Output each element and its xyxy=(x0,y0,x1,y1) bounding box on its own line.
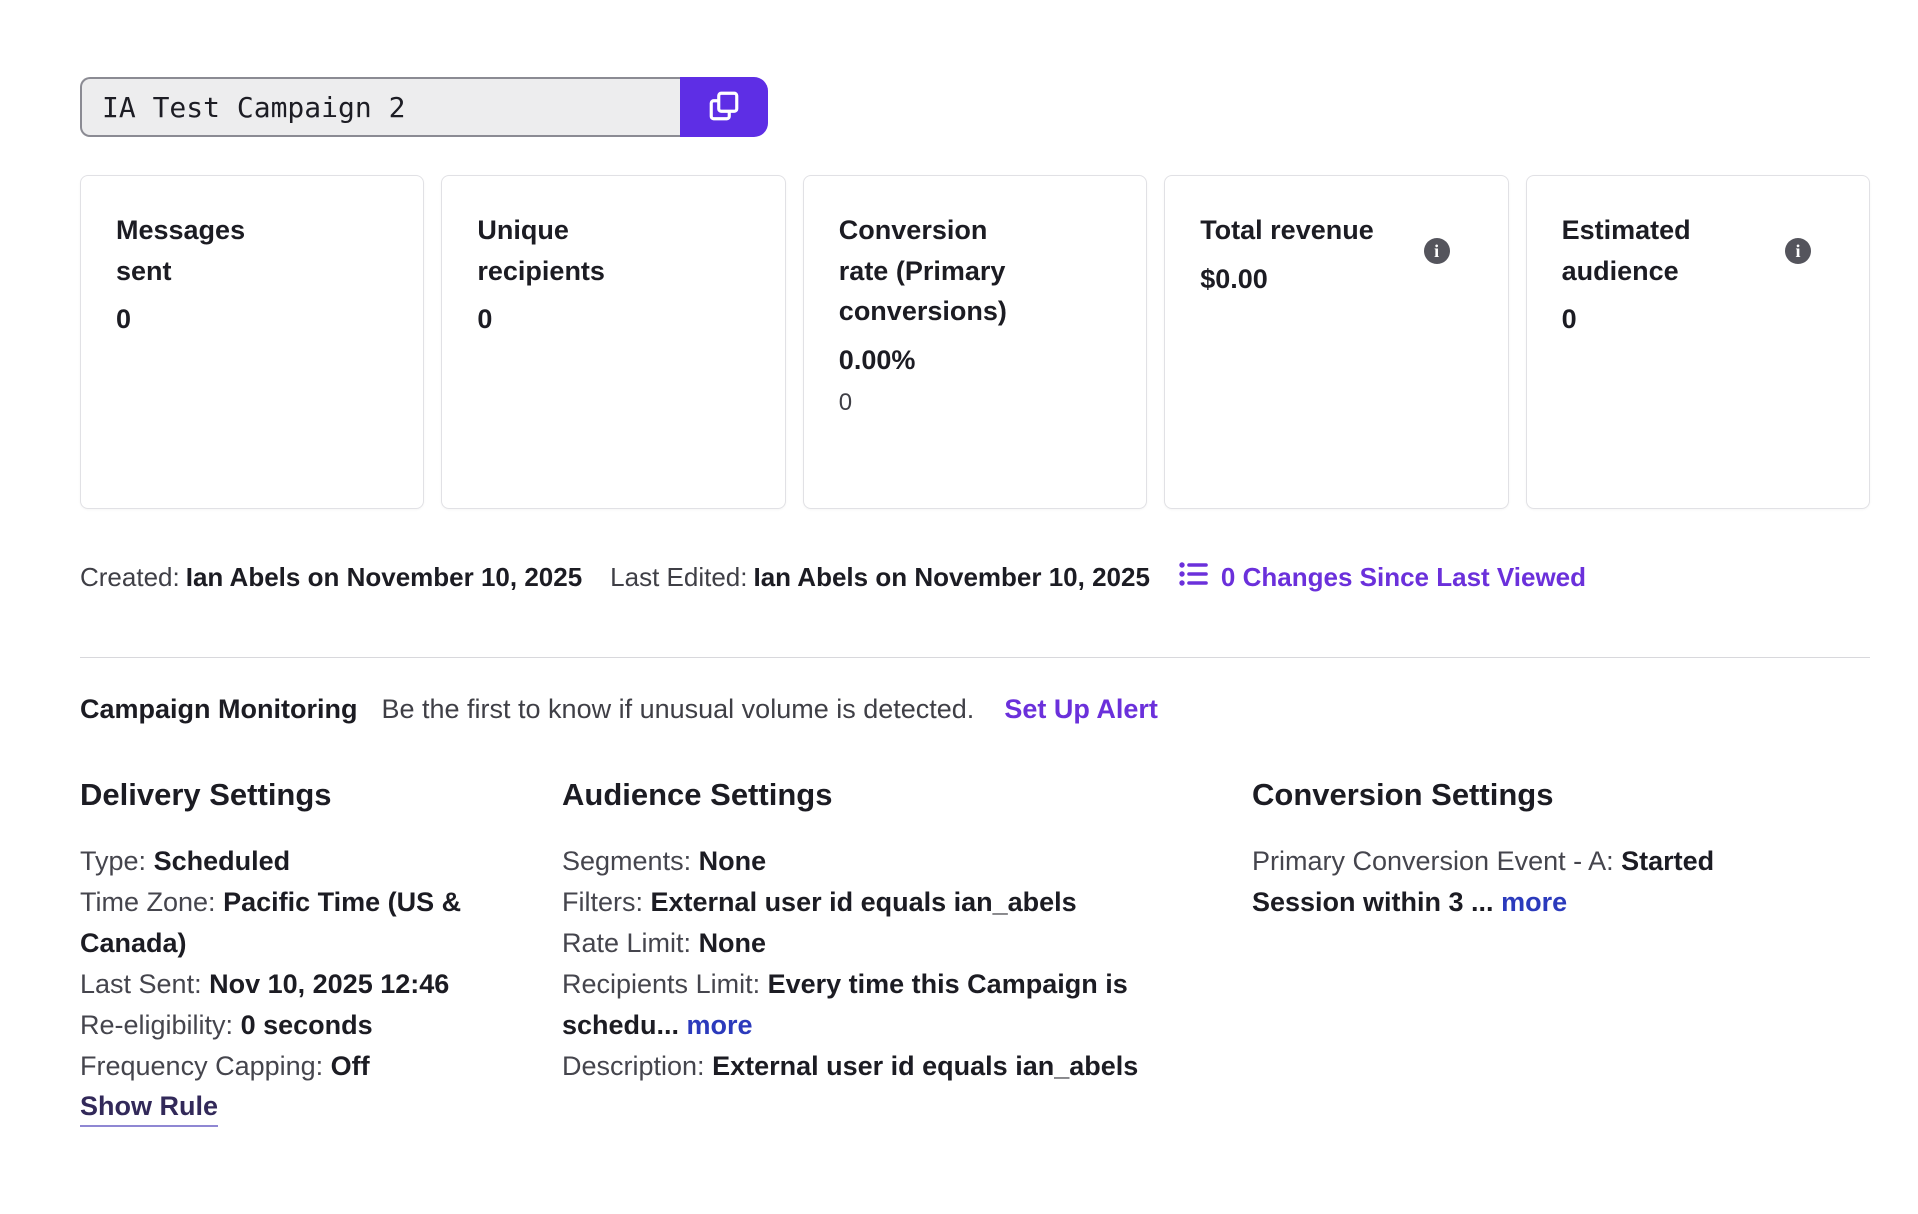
audience-settings-heading: Audience Settings xyxy=(562,777,1252,813)
campaign-monitoring-description: Be the first to know if unusual volume i… xyxy=(381,694,974,725)
conversion-settings-heading: Conversion Settings xyxy=(1252,777,1870,813)
show-rule-link[interactable]: Show Rule xyxy=(80,1091,218,1127)
delivery-row-frequency-capping: Frequency Capping: Off xyxy=(80,1046,470,1087)
stat-title: Estimated audience xyxy=(1562,210,1752,291)
audience-row-description: Description: External user id equals ian… xyxy=(562,1046,1162,1087)
info-icon[interactable]: i xyxy=(1785,238,1811,264)
audience-row-segments: Segments: None xyxy=(562,841,1162,882)
set-up-alert-link[interactable]: Set Up Alert xyxy=(1004,694,1158,725)
stat-card-estimated-audience: Estimated audience 0 i xyxy=(1526,175,1870,509)
created-info: Created:Ian Abels on November 10, 2025 xyxy=(80,562,582,593)
audience-row-recipients-limit: Recipients Limit: Every time this Campai… xyxy=(562,964,1162,1046)
delivery-row-last-sent: Last Sent: Nov 10, 2025 12:46 xyxy=(80,964,470,1005)
delivery-settings-heading: Delivery Settings xyxy=(80,777,562,813)
stat-value: 0 xyxy=(477,299,754,340)
stat-card-total-revenue: Total revenue $0.00 i xyxy=(1164,175,1508,509)
campaign-detail-page: Messages sent 0 Unique recipients 0 Conv… xyxy=(0,0,1918,1127)
meta-row: Created:Ian Abels on November 10, 2025 L… xyxy=(80,560,1870,595)
stat-value: 0 xyxy=(1562,299,1839,340)
stat-title: Total revenue xyxy=(1200,210,1390,251)
conversion-event-more-link[interactable]: more xyxy=(1501,887,1567,917)
info-icon[interactable]: i xyxy=(1424,238,1450,264)
copy-icon xyxy=(706,88,742,127)
delivery-row-type: Type: Scheduled xyxy=(80,841,470,882)
last-edited-value: Ian Abels on November 10, 2025 xyxy=(753,562,1149,592)
last-edited-info: Last Edited:Ian Abels on November 10, 20… xyxy=(610,562,1150,593)
campaign-name-input[interactable] xyxy=(80,77,680,137)
conversion-row-primary-event: Primary Conversion Event - A: Started Se… xyxy=(1252,841,1792,923)
settings-columns: Delivery Settings Type: Scheduled Time Z… xyxy=(80,777,1870,1127)
created-value: Ian Abels on November 10, 2025 xyxy=(186,562,582,592)
audience-row-filters: Filters: External user id equals ian_abe… xyxy=(562,882,1162,923)
stat-card-messages-sent: Messages sent 0 xyxy=(80,175,424,509)
campaign-monitoring-title: Campaign Monitoring xyxy=(80,694,357,725)
stat-secondary-value: 0 xyxy=(839,386,1116,420)
stat-card-conversion-rate: Conversion rate (Primary conversions) 0.… xyxy=(803,175,1147,509)
conversion-settings-column: Conversion Settings Primary Conversion E… xyxy=(1252,777,1870,1127)
campaign-monitoring-row: Campaign Monitoring Be the first to know… xyxy=(80,694,1870,725)
delivery-row-re-eligibility: Re-eligibility: 0 seconds xyxy=(80,1005,470,1046)
stat-title: Conversion rate (Primary conversions) xyxy=(839,210,1029,332)
stat-title: Unique recipients xyxy=(477,210,667,291)
stat-value: 0 xyxy=(116,299,393,340)
stat-value: $0.00 xyxy=(1200,259,1477,300)
changelog-list-icon xyxy=(1178,560,1208,595)
changes-since-last-viewed-link[interactable]: 0 Changes Since Last Viewed xyxy=(1178,560,1586,595)
delivery-row-timezone: Time Zone: Pacific Time (US & Canada) xyxy=(80,882,470,964)
audience-settings-column: Audience Settings Segments: None Filters… xyxy=(562,777,1252,1127)
audience-row-rate-limit: Rate Limit: None xyxy=(562,923,1162,964)
recipients-limit-more-link[interactable]: more xyxy=(687,1010,753,1040)
stat-card-unique-recipients: Unique recipients 0 xyxy=(441,175,785,509)
delivery-settings-column: Delivery Settings Type: Scheduled Time Z… xyxy=(80,777,562,1127)
stats-cards-row: Messages sent 0 Unique recipients 0 Conv… xyxy=(80,175,1870,509)
stat-title: Messages sent xyxy=(116,210,306,291)
stat-value: 0.00% xyxy=(839,340,1116,381)
section-divider xyxy=(80,657,1870,658)
campaign-name-row xyxy=(80,77,1870,137)
copy-name-button[interactable] xyxy=(680,77,768,137)
changes-link-label: 0 Changes Since Last Viewed xyxy=(1221,562,1586,593)
